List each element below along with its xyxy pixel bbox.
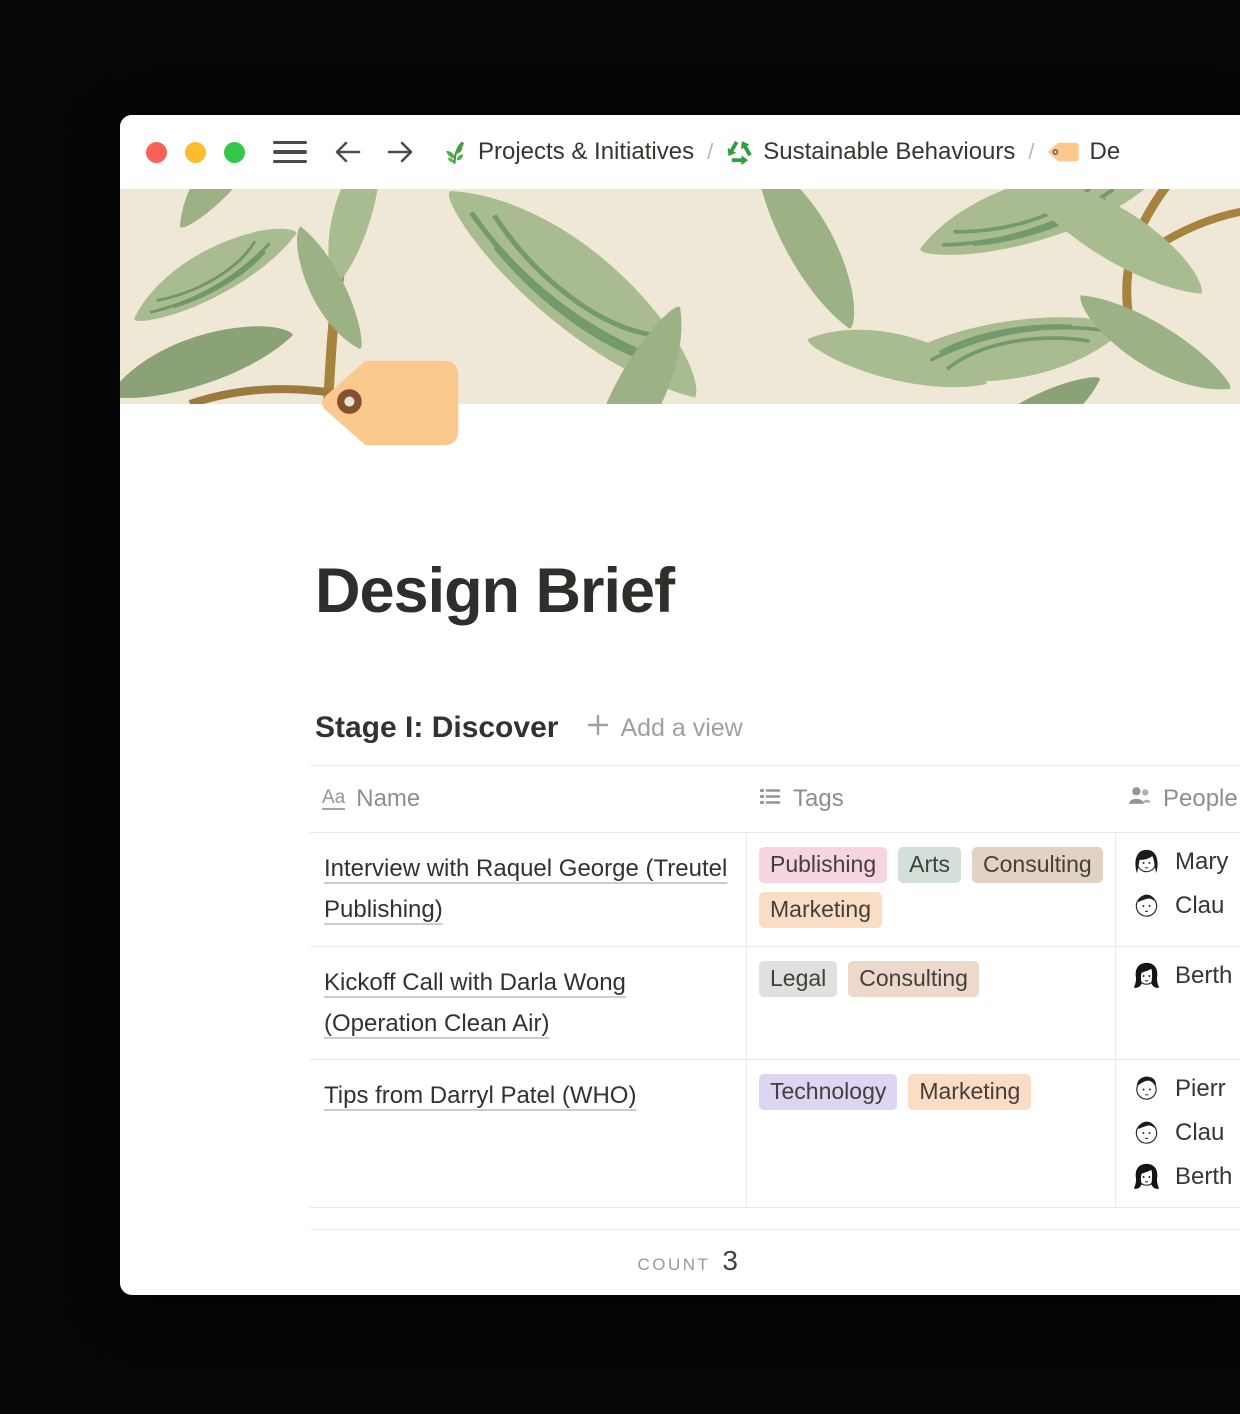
man-swept-avatar	[1131, 1073, 1162, 1104]
name-cell: Interview with Raquel George (Treutel Pu…	[310, 833, 746, 946]
person-name: Berth	[1175, 962, 1232, 990]
tag-consulting: Consulting	[972, 847, 1103, 883]
person: Pierr	[1131, 1073, 1240, 1104]
tag-consulting: Consulting	[848, 961, 979, 997]
tag-technology: Technology	[759, 1074, 897, 1110]
person-name: Clau	[1175, 892, 1224, 920]
column-header-people[interactable]: People	[1115, 766, 1240, 832]
recycle-icon	[726, 139, 753, 166]
name-cell: Kickoff Call with Darla Wong (Operation …	[310, 947, 746, 1059]
page-link[interactable]: Tips from Darryl Patel (WHO)	[324, 1082, 636, 1109]
back-arrow-icon[interactable]	[333, 138, 363, 166]
page-icon-tag[interactable]	[318, 358, 465, 448]
toolbar: Projects & Initiatives / Sustainable Beh…	[120, 115, 1240, 189]
new-row-button[interactable]	[310, 1208, 1240, 1230]
breadcrumb-separator: /	[1026, 139, 1036, 165]
person-name: Pierr	[1175, 1075, 1226, 1103]
list-icon	[758, 784, 782, 815]
person: Clau	[1131, 1117, 1240, 1148]
tag-publishing: Publishing	[759, 847, 887, 883]
table-header-row: Aa Name Tags	[310, 765, 1240, 833]
page-link[interactable]: Kickoff Call with Darla Wong (Operation …	[324, 969, 626, 1037]
people-cell[interactable]: Mary Clau	[1115, 833, 1240, 946]
breadcrumb-label: Projects & Initiatives	[478, 138, 694, 166]
column-label: People	[1163, 785, 1238, 813]
forward-arrow-icon[interactable]	[385, 138, 415, 166]
person: Clau	[1131, 890, 1240, 921]
count-label: COUNT	[637, 1255, 710, 1275]
people-cell[interactable]: Pierr Clau	[1115, 1060, 1240, 1207]
minimize-button[interactable]	[185, 142, 206, 163]
woman-bob-avatar	[1131, 846, 1162, 877]
page-content: Design Brief Stage I: Discover Add a vie…	[120, 555, 1240, 1277]
column-header-name[interactable]: Aa Name	[310, 766, 746, 832]
column-label: Name	[356, 785, 420, 813]
tag-marketing: Marketing	[759, 892, 882, 928]
table-row: Kickoff Call with Darla Wong (Operation …	[310, 947, 1240, 1060]
breadcrumb-separator: /	[705, 139, 715, 165]
table-row: Tips from Darryl Patel (WHO) Technology …	[310, 1060, 1240, 1208]
breadcrumb-item-design-brief[interactable]: De	[1048, 138, 1121, 166]
plus-icon	[586, 713, 610, 744]
breadcrumb-label: Sustainable Behaviours	[763, 138, 1015, 166]
column-header-tags[interactable]: Tags	[746, 766, 1115, 832]
page-link[interactable]: Interview with Raquel George (Treutel Pu…	[324, 855, 727, 923]
breadcrumb-item-projects[interactable]: Projects & Initiatives	[441, 138, 694, 166]
person: Berth	[1131, 1161, 1240, 1192]
person-name: Clau	[1175, 1119, 1224, 1147]
breadcrumb: Projects & Initiatives / Sustainable Beh…	[441, 138, 1120, 166]
count-value: 3	[722, 1245, 738, 1277]
breadcrumb-item-sustainable-behaviours[interactable]: Sustainable Behaviours	[726, 138, 1015, 166]
column-label: Tags	[793, 785, 844, 813]
woman-wavy-avatar	[1131, 1161, 1162, 1192]
woman-wavy-avatar	[1131, 960, 1162, 991]
page-title[interactable]: Design Brief	[315, 555, 1240, 627]
add-view-label: Add a view	[620, 714, 742, 743]
tag-marketing: Marketing	[908, 1074, 1031, 1110]
page-cover-image	[120, 189, 1240, 404]
people-icon	[1127, 783, 1152, 815]
tags-cell[interactable]: Legal Consulting	[746, 947, 1115, 1059]
man-short-avatar	[1131, 890, 1162, 921]
tags-cell[interactable]: Technology Marketing	[746, 1060, 1115, 1207]
herb-icon	[441, 139, 468, 166]
people-cell[interactable]: Berth	[1115, 947, 1240, 1059]
person-name: Berth	[1175, 1163, 1232, 1191]
table-row: Interview with Raquel George (Treutel Pu…	[310, 833, 1240, 947]
person: Berth	[1131, 960, 1240, 991]
person-name: Mary	[1175, 848, 1228, 876]
app-window: Projects & Initiatives / Sustainable Beh…	[120, 115, 1240, 1295]
add-view-button[interactable]: Add a view	[586, 713, 742, 744]
name-cell: Tips from Darryl Patel (WHO)	[310, 1060, 746, 1207]
database-table: Aa Name Tags	[310, 765, 1240, 1208]
tag-icon	[1048, 141, 1080, 163]
window-controls	[146, 142, 245, 163]
tag-legal: Legal	[759, 961, 837, 997]
zoom-button[interactable]	[224, 142, 245, 163]
man-short-avatar	[1131, 1117, 1162, 1148]
view-tab-stage-1-discover[interactable]: Stage I: Discover	[315, 711, 558, 745]
breadcrumb-label: De	[1090, 138, 1121, 166]
table-footer-count[interactable]: COUNT 3	[310, 1230, 746, 1277]
person: Mary	[1131, 846, 1240, 877]
tags-cell[interactable]: Publishing Arts Consulting Marketing	[746, 833, 1115, 946]
text-type-icon: Aa	[322, 788, 345, 810]
sidebar-menu-icon[interactable]	[273, 139, 307, 165]
close-button[interactable]	[146, 142, 167, 163]
tag-arts: Arts	[898, 847, 961, 883]
